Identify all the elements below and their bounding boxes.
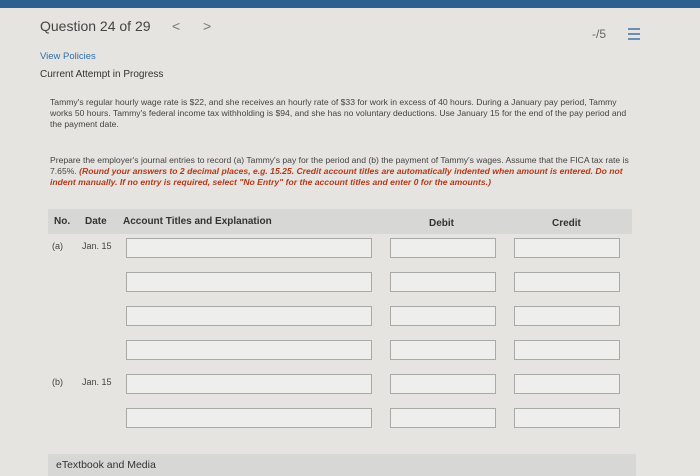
entry-a-credit-3[interactable] <box>514 306 620 326</box>
entry-b-credit-1[interactable] <box>514 374 620 394</box>
problem-paragraph-1: Tammy's regular hourly wage rate is $22,… <box>50 97 627 129</box>
attempt-status: Current Attempt in Progress <box>40 69 164 80</box>
entry-a-account-2[interactable] <box>126 272 372 292</box>
entry-a-no: (a) <box>52 241 63 251</box>
previous-question-icon[interactable]: < <box>172 18 180 34</box>
question-title: Question 24 of 29 <box>40 18 151 34</box>
entry-b-credit-2[interactable] <box>514 408 620 428</box>
header-no: No. <box>54 216 71 227</box>
entry-b-account-2[interactable] <box>126 408 372 428</box>
footer-bar: eTextbook and Media <box>48 454 636 476</box>
entry-b-no: (b) <box>52 377 63 387</box>
entry-a-debit-4[interactable] <box>390 340 496 360</box>
entry-a-credit-2[interactable] <box>514 272 620 292</box>
problem-paragraph-2: Prepare the employer's journal entries t… <box>50 155 640 188</box>
problem-emphasis-note: (Round your answers to 2 decimal places,… <box>50 166 623 187</box>
next-question-icon[interactable]: > <box>203 18 211 34</box>
etextbook-link[interactable]: eTextbook and Media <box>56 459 156 471</box>
entry-a-account-3[interactable] <box>126 306 372 326</box>
entry-a-credit-4[interactable] <box>514 340 620 360</box>
entry-b-date: Jan. 15 <box>82 377 112 387</box>
header-account: Account Titles and Explanation <box>123 216 272 227</box>
entry-a-credit-1[interactable] <box>514 238 620 258</box>
score-display: -/5 <box>592 27 607 41</box>
top-color-bar <box>0 0 700 8</box>
entry-a-debit-1[interactable] <box>390 238 496 258</box>
entry-a-account-1[interactable] <box>126 238 372 258</box>
entry-b-account-1[interactable] <box>126 374 372 394</box>
header-debit: Debit <box>429 218 454 229</box>
entry-a-debit-2[interactable] <box>390 272 496 292</box>
entry-a-date: Jan. 15 <box>82 241 112 251</box>
entry-a-debit-3[interactable] <box>390 306 496 326</box>
view-policies-link[interactable]: View Policies <box>40 51 96 62</box>
entry-b-debit-1[interactable] <box>390 374 496 394</box>
entry-a-account-4[interactable] <box>126 340 372 360</box>
entry-b-debit-2[interactable] <box>390 408 496 428</box>
header-date: Date <box>85 216 107 227</box>
question-header: Question 24 of 29 < > -/5 <box>0 8 700 44</box>
header-credit: Credit <box>552 218 581 229</box>
list-icon[interactable] <box>628 28 640 42</box>
journal-table-header: No. Date Account Titles and Explanation … <box>48 209 632 234</box>
